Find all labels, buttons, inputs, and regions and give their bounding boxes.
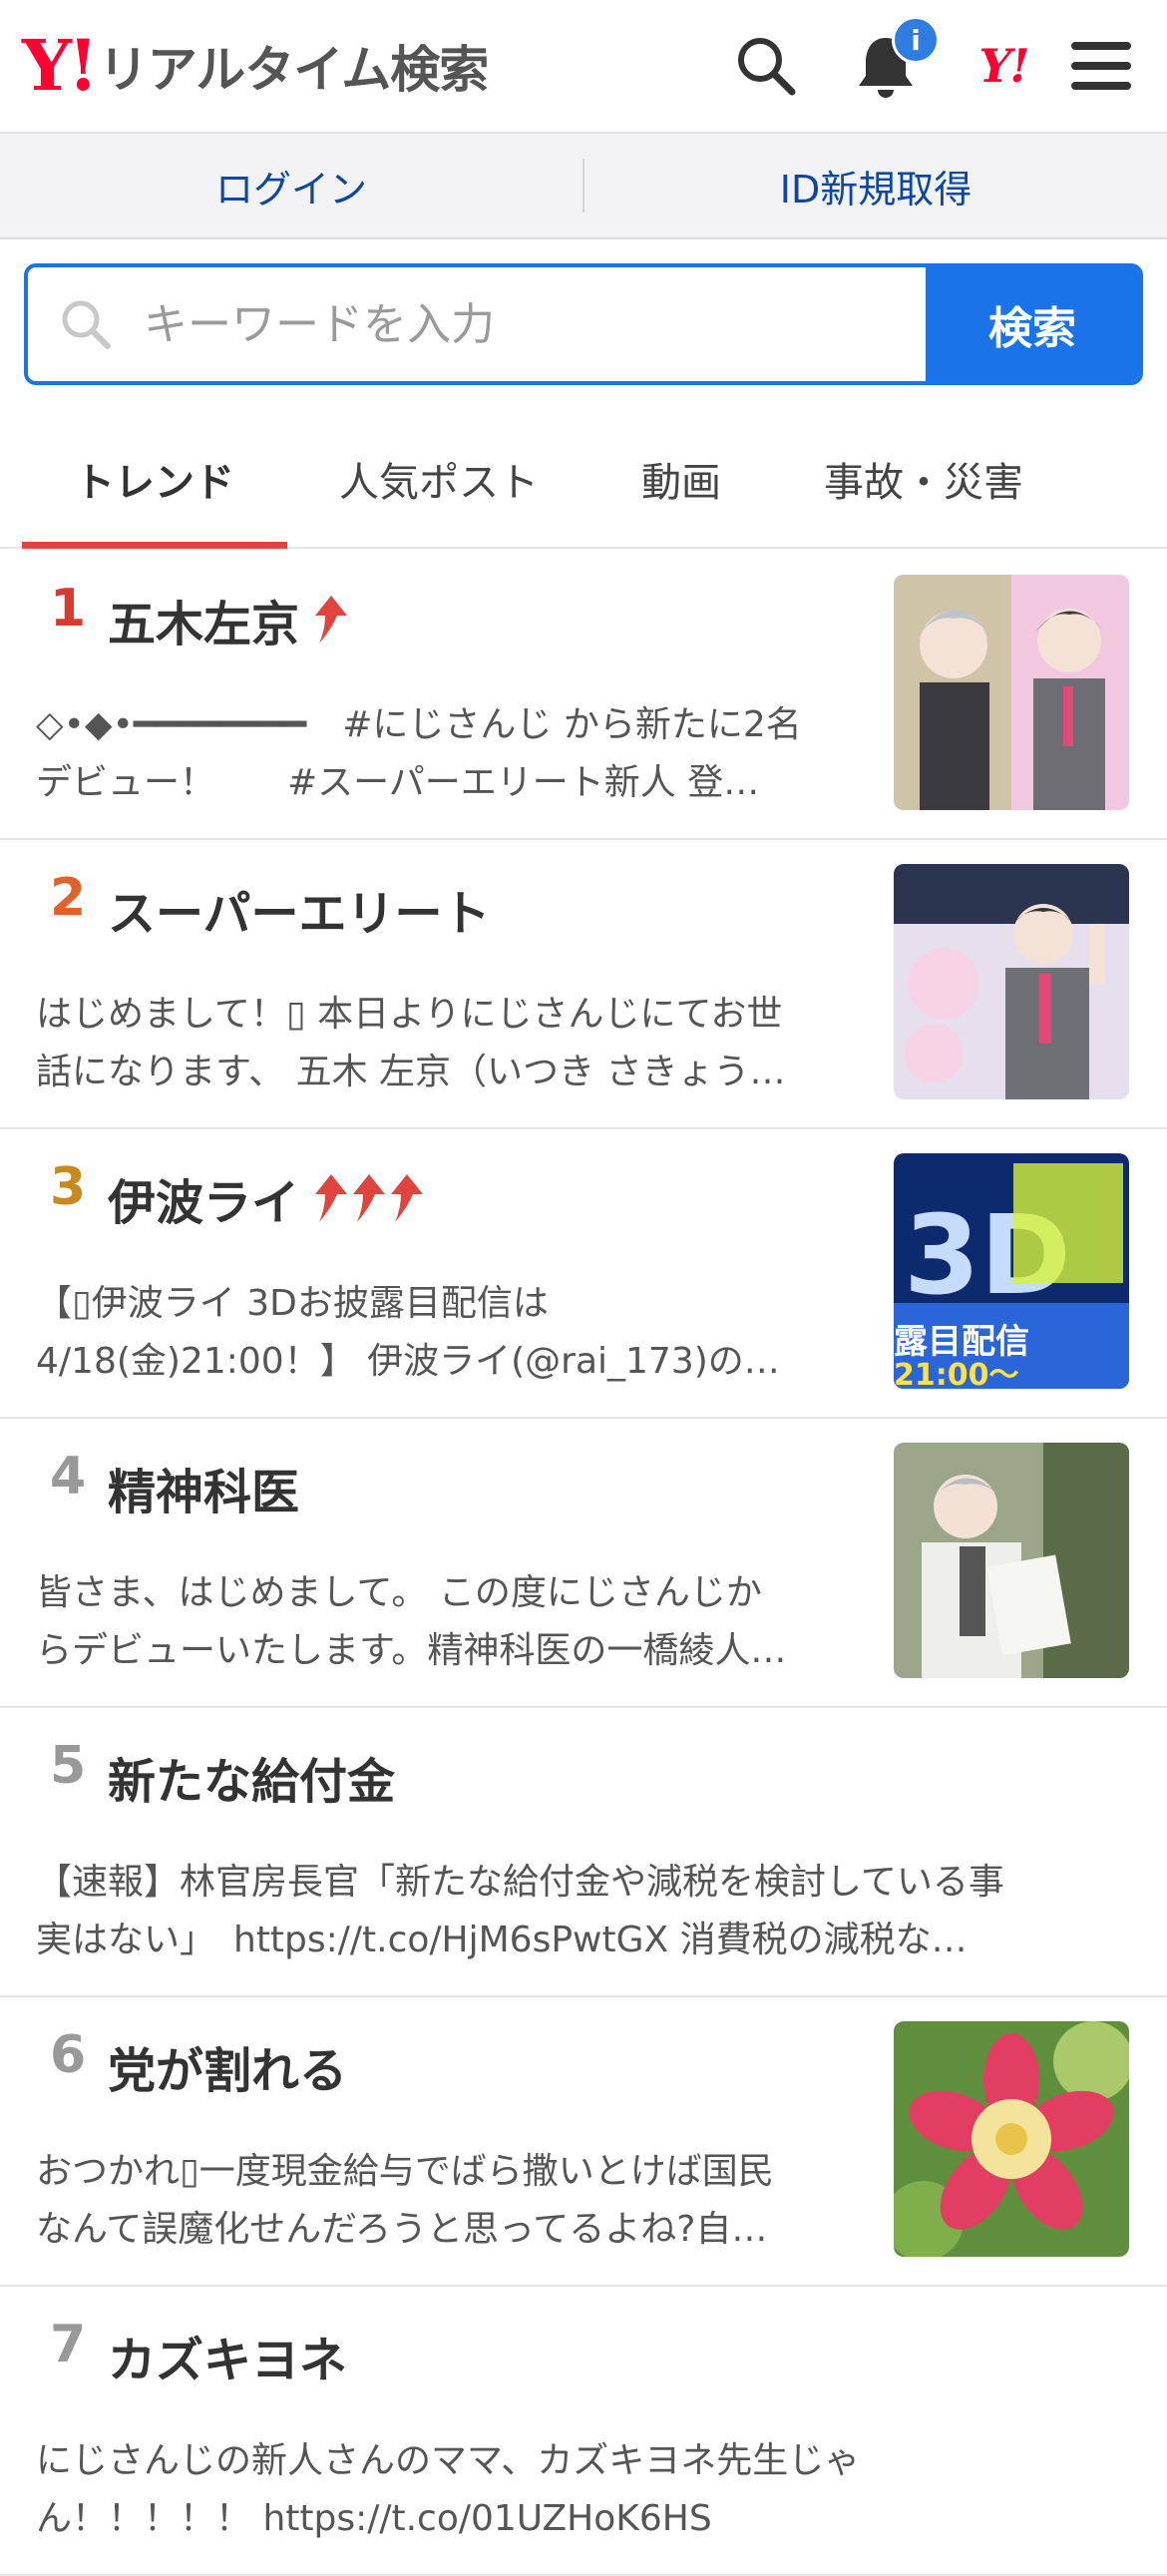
search-form: 検索 — [24, 263, 1143, 385]
yahoo-home-icon[interactable]: Y! — [964, 26, 1043, 106]
login-bar: ログイン ID新規取得 — [0, 134, 1167, 239]
trend-item[interactable]: 7 カズキヨネにじさんじの新人さんのママ、カズキヨネ先生じゃ ん！！！！！ http… — [0, 2285, 1167, 2576]
trend-title-row: 伊波ライ — [108, 1163, 427, 1233]
trend-description-line: 実はない」 https://t.co/HjM6sPwtGX 消費税の減税な… — [36, 1920, 968, 1960]
trend-description-line: 【速報】林官房長官「新たな給付金や減税を検討している事 — [36, 1862, 1004, 1903]
search-field — [28, 267, 926, 381]
app-header: Y! リアルタイム検索 i Y! — [0, 0, 1167, 134]
tab-popular-posts[interactable]: 人気ポスト — [299, 411, 579, 547]
trend-item[interactable]: 4 精神科医皆さま、はじめまして。 この度にじさんじか らデビューいたします。精神科… — [0, 1417, 1167, 1708]
trend-title-row: カズキヨネ — [108, 2321, 347, 2390]
trend-title: 五木左京 — [108, 597, 300, 652]
trend-title-row: 精神科医 — [108, 1453, 299, 1522]
tab-videos[interactable]: 動画 — [588, 411, 774, 547]
trend-item[interactable]: 2 スーパーエリートはじめまして！▯ 本日よりにじさんじにてお世 話になります、 五… — [0, 838, 1167, 1129]
trend-title-row: 党が割れる — [108, 2031, 347, 2101]
trend-item[interactable]: 1 五木左京 ◇•◆•━━━━━━━━ #にじさんじ から新たに2名 デビュー！ #ス… — [0, 549, 1167, 840]
trend-thumbnail[interactable] — [894, 864, 1129, 1099]
trend-title: カズキヨネ — [108, 2333, 348, 2388]
trend-thumbnail[interactable]: 3D 露目配信 21:00〜 — [894, 1153, 1129, 1389]
trend-rank: 5 — [50, 1736, 87, 1796]
trend-title-row: 新たな給付金 — [108, 1742, 395, 1812]
trend-item[interactable]: 3 伊波ライ【▯伊波ライ 3Dお披露目配信は 4/18(金)21:00！】 伊波ライ… — [0, 1127, 1167, 1419]
rising-arrows — [313, 594, 351, 645]
trend-description: 【速報】林官房長官「新たな給付金や減税を検討している事 実はない」 https:/… — [36, 1854, 1133, 1969]
trend-description-line: おつかれ▯一度現金給与でばら撒いとけば国民 — [36, 2151, 774, 2192]
trend-title-row: 五木左京 — [108, 585, 351, 654]
tab-accidents-disasters[interactable]: 事故・災害 — [784, 411, 1063, 547]
trend-description-line: 皆さま、はじめまして。 この度にじさんじか — [36, 1572, 762, 1613]
rising-arrow-icon — [351, 1172, 387, 1224]
trend-description-line: デビュー！ #スーパーエリート新人 登… — [36, 762, 760, 803]
trend-description: にじさんじの新人さんのママ、カズキヨネ先生じゃ ん！！！！！ https://t.… — [36, 2432, 1133, 2548]
trend-item[interactable]: 6 党が割れるおつかれ▯一度現金給与でばら撒いとけば国民 なんて誤魔化せんだろうと思… — [0, 1995, 1167, 2287]
trend-thumbnail[interactable] — [894, 575, 1129, 810]
menu-icon[interactable] — [1061, 26, 1141, 106]
trend-description-line: にじさんじの新人さんのママ、カズキヨネ先生じゃ — [36, 2440, 861, 2481]
logo-text: リアルタイム検索 — [98, 41, 489, 99]
svg-text:露目配信: 露目配信 — [894, 1322, 1029, 1362]
notification-bell-icon[interactable]: i — [846, 16, 940, 106]
rising-arrow-icon — [313, 1172, 349, 1224]
trend-description-line: ん！！！！！ https://t.co/01UZHoK6HS — [36, 2498, 712, 2539]
trend-rank: 6 — [50, 2025, 87, 2085]
search-button[interactable]: 検索 — [926, 267, 1139, 381]
trend-item[interactable]: 5 新たな給付金【速報】林官房長官「新たな給付金や減税を検討している事 実はない」 … — [0, 1706, 1167, 1997]
trend-description-line: 話になります、 五木 左京（いつき さきょう… — [36, 1052, 786, 1092]
login-link[interactable]: ログイン — [0, 159, 583, 214]
tab-trend[interactable]: トレンド — [22, 411, 287, 549]
trend-description: 【▯伊波ライ 3Dお披露目配信は 4/18(金)21:00！】 伊波ライ(@rai… — [36, 1275, 854, 1391]
trend-rank: 7 — [50, 2315, 87, 2374]
yahoo-realtime-logo[interactable]: Y! リアルタイム検索 — [22, 24, 489, 107]
trend-thumbnail[interactable] — [894, 1443, 1129, 1678]
trend-title: 党が割れる — [108, 2043, 348, 2099]
trend-description-line: はじめまして！▯ 本日よりにじさんじにてお世 — [36, 994, 783, 1035]
search-input[interactable] — [142, 297, 844, 351]
trend-rank: 2 — [50, 868, 87, 928]
notification-badge: i — [892, 16, 940, 64]
logo-mark: Y! — [22, 24, 99, 107]
svg-text:21:00〜: 21:00〜 — [894, 1358, 1019, 1389]
trend-rank: 1 — [50, 579, 87, 639]
trend-description-line: ◇•◆•━━━━━━━━ #にじさんじ から新たに2名 — [36, 704, 802, 745]
trend-thumbnail[interactable] — [894, 2021, 1129, 2257]
trend-description: おつかれ▯一度現金給与でばら撒いとけば国民 なんて誤魔化せんだろうと思ってるよね?… — [36, 2143, 854, 2259]
trend-description-line: 【▯伊波ライ 3Dお披露目配信は — [36, 1283, 549, 1324]
tab-bar: トレンド 人気ポスト 動画 事故・災害 — [0, 411, 1167, 549]
trend-description: ◇•◆•━━━━━━━━ #にじさんじ から新たに2名 デビュー！ #スーパーエリ… — [36, 696, 854, 812]
trend-rank: 3 — [50, 1157, 87, 1217]
trend-description-line: なんて誤魔化せんだろうと思ってるよね?自… — [36, 2209, 768, 2250]
trend-title: 伊波ライ — [108, 1175, 300, 1231]
register-link[interactable]: ID新規取得 — [584, 159, 1167, 214]
trend-description: 皆さま、はじめまして。 この度にじさんじか らデビューいたします。精神科医の一橋綾… — [36, 1564, 854, 1680]
trend-title: スーパーエリート — [108, 886, 491, 942]
trend-title-row: スーパーエリート — [108, 874, 491, 944]
search-field-icon — [62, 300, 111, 349]
rising-arrow-icon — [389, 1172, 425, 1224]
trend-rank: 4 — [50, 1447, 87, 1506]
trend-description: はじめまして！▯ 本日よりにじさんじにてお世 話になります、 五木 左京（いつき … — [36, 986, 854, 1101]
trend-title: 新たな給付金 — [108, 1754, 396, 1810]
rising-arrow-icon — [313, 594, 349, 645]
search-icon[interactable] — [726, 26, 806, 106]
trend-title: 精神科医 — [108, 1465, 300, 1520]
trend-description-line: 4/18(金)21:00！】 伊波ライ(@rai_173)の… — [36, 1341, 780, 1382]
trend-description-line: らデビューいたします。精神科医の一橋綾人… — [36, 1630, 787, 1671]
rising-arrows — [313, 1172, 427, 1224]
